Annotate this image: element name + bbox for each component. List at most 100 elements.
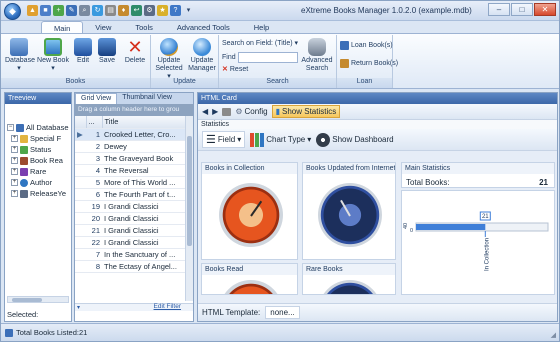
collapse-icon[interactable]: − xyxy=(7,124,14,131)
delete-button[interactable]: ✕ Delete xyxy=(122,38,148,65)
rare-gauge xyxy=(318,280,382,294)
group-by-hint[interactable]: Drag a column header here to grou xyxy=(75,104,193,116)
row-id: 21 xyxy=(86,224,102,237)
expand-icon[interactable]: + xyxy=(11,146,18,153)
edit-filter-button[interactable]: Edit Filter xyxy=(154,303,181,310)
find-input[interactable] xyxy=(237,52,298,63)
row-indicator xyxy=(75,236,86,249)
in-collection-chart: 21 In Collection 400 xyxy=(403,211,549,271)
minimize-button[interactable]: – xyxy=(488,3,510,16)
tree-item-status[interactable]: + Status xyxy=(5,144,71,155)
tree-item-author[interactable]: + Author xyxy=(5,177,71,188)
tree-item-release-year[interactable]: + ReleaseYe xyxy=(5,188,71,199)
save-book-icon xyxy=(98,38,116,56)
header-title[interactable]: Title xyxy=(102,116,187,129)
expand-icon[interactable]: + xyxy=(11,179,18,186)
app-menu-button[interactable]: ◆ xyxy=(4,3,21,20)
update-group-label: Update xyxy=(151,78,218,88)
table-row[interactable]: 19 I Grandi Classici xyxy=(75,200,187,213)
chart-type-button[interactable]: Chart Type ▾ xyxy=(250,132,311,147)
search-field-selector[interactable]: Search on Field: (Title) ▾ xyxy=(222,39,298,48)
new-book-button[interactable]: New Book ▾ xyxy=(37,38,69,73)
table-row[interactable]: 7 In the Sanctuary of ... xyxy=(75,248,187,261)
row-id: 20 xyxy=(86,212,102,225)
table-row[interactable]: 22 I Grandi Classici xyxy=(75,236,187,249)
open-icon[interactable]: ▲ xyxy=(27,5,38,16)
table-row[interactable]: 6 The Fourth Part of t... xyxy=(75,188,187,201)
dropdown-icon[interactable]: ▾ xyxy=(183,5,194,16)
show-statistics-button[interactable]: ▮ Show Statistics xyxy=(271,105,341,118)
show-dashboard-button[interactable]: Show Dashboard xyxy=(316,132,394,147)
search-icon[interactable]: ⌕ xyxy=(79,5,90,16)
updated-gauge xyxy=(318,183,382,247)
books-updated-title: Books Updated from Internet xyxy=(303,163,395,174)
expand-icon[interactable]: + xyxy=(11,168,18,175)
print-icon[interactable] xyxy=(222,107,232,116)
html-template-selector[interactable]: none... xyxy=(265,306,300,319)
edit-icon[interactable]: ✎ xyxy=(66,5,77,16)
grid-scroll-thumb[interactable] xyxy=(187,136,192,246)
table-row[interactable]: 8 The Ectasy of Angel... xyxy=(75,260,187,273)
tree-scroll-thumb[interactable] xyxy=(12,298,42,302)
new-icon[interactable]: + xyxy=(53,5,64,16)
tab-grid-view[interactable]: Grid View xyxy=(75,93,118,104)
table-row[interactable]: 4 The Reversal xyxy=(75,164,187,177)
expand-icon[interactable]: + xyxy=(11,157,18,164)
header-indicator xyxy=(75,116,87,129)
row-id: 2 xyxy=(86,140,102,153)
row-title: Crooked Letter, Cro... xyxy=(102,128,187,141)
update-selected-button[interactable]: Update Selected ▾ xyxy=(153,38,185,81)
books-in-collection-title: Books in Collection xyxy=(202,163,297,174)
tree-horizontal-scrollbar[interactable] xyxy=(7,296,69,303)
settings-icon[interactable]: ⚙ xyxy=(144,5,155,16)
table-row[interactable]: 3 The Graveyard Book xyxy=(75,152,187,165)
selected-label: Selected: xyxy=(7,310,39,319)
table-row[interactable]: 20 I Grandi Classici xyxy=(75,212,187,225)
update-icon[interactable]: ↻ xyxy=(92,5,103,16)
forward-icon[interactable]: ▶ xyxy=(212,107,218,116)
close-button[interactable]: ✕ xyxy=(534,3,556,16)
save-icon[interactable]: ■ xyxy=(40,5,51,16)
expand-icon[interactable]: + xyxy=(11,135,18,142)
tree-item-rare[interactable]: + Rare xyxy=(5,166,71,177)
update-manager-button[interactable]: Update Manager xyxy=(186,38,218,73)
binoculars-icon xyxy=(308,38,326,56)
favorite-icon[interactable]: ★ xyxy=(157,5,168,16)
search-group: Search on Field: (Title) ▾ Find ✕ Reset A… xyxy=(219,35,337,88)
tree-item-all-database[interactable]: − All Database xyxy=(5,122,71,133)
update-group: Update Selected ▾ Update Manager Update xyxy=(151,35,219,88)
return-icon[interactable]: ↩ xyxy=(131,5,142,16)
print-icon[interactable]: ▤ xyxy=(105,5,116,16)
table-row[interactable]: 5 More of This World ... xyxy=(75,176,187,189)
reset-button[interactable]: ✕ Reset xyxy=(222,65,248,74)
table-row[interactable]: 2 Dewey xyxy=(75,140,187,153)
resize-grip-icon[interactable]: ◢ xyxy=(551,331,556,339)
loan-icon[interactable]: ♦ xyxy=(118,5,129,16)
back-icon[interactable]: ◀ xyxy=(202,107,208,116)
statistics-icon: ▮ xyxy=(275,107,281,116)
main-window: ◆ ▲ ■ + ✎ ⌕ ↻ ▤ ♦ ↩ ⚙ ★ ? ▾ eXtreme Book… xyxy=(0,0,560,342)
row-title: In the Sanctuary of ... xyxy=(102,248,187,261)
config-button[interactable]: ⚙ Config xyxy=(235,107,267,116)
table-row[interactable]: ▶ 1 Crooked Letter, Cro... xyxy=(75,128,187,141)
expand-icon[interactable]: + xyxy=(11,190,18,197)
save-button[interactable]: Save xyxy=(97,38,117,65)
field-button[interactable]: ☰ Field ▾ xyxy=(202,131,246,148)
edit-button[interactable]: Edit xyxy=(73,38,93,65)
new-book-dropdown-icon: ▾ xyxy=(51,65,55,72)
return-books-button[interactable]: Return Book(s) xyxy=(340,59,398,68)
tree-item-special[interactable]: + Special F xyxy=(5,133,71,144)
filter-checkbox-icon[interactable]: ▾ xyxy=(77,304,80,311)
tree-item-book-read[interactable]: + Book Rea xyxy=(5,155,71,166)
maximize-button[interactable]: □ xyxy=(511,3,533,16)
grid-vertical-scrollbar[interactable] xyxy=(185,116,193,301)
header-id[interactable]: ... xyxy=(86,116,103,129)
advanced-search-button[interactable]: Advanced Search xyxy=(299,38,335,73)
help-icon[interactable]: ? xyxy=(170,5,181,16)
books-group-label: Books xyxy=(1,78,150,88)
loan-books-button[interactable]: Loan Book(s) xyxy=(340,41,393,50)
database-button[interactable]: Database ▾ xyxy=(5,38,35,73)
row-id: 6 xyxy=(86,188,102,201)
table-row[interactable]: 21 I Grandi Classici xyxy=(75,224,187,237)
tab-thumbnail-view[interactable]: Thumbnail View xyxy=(117,93,177,104)
